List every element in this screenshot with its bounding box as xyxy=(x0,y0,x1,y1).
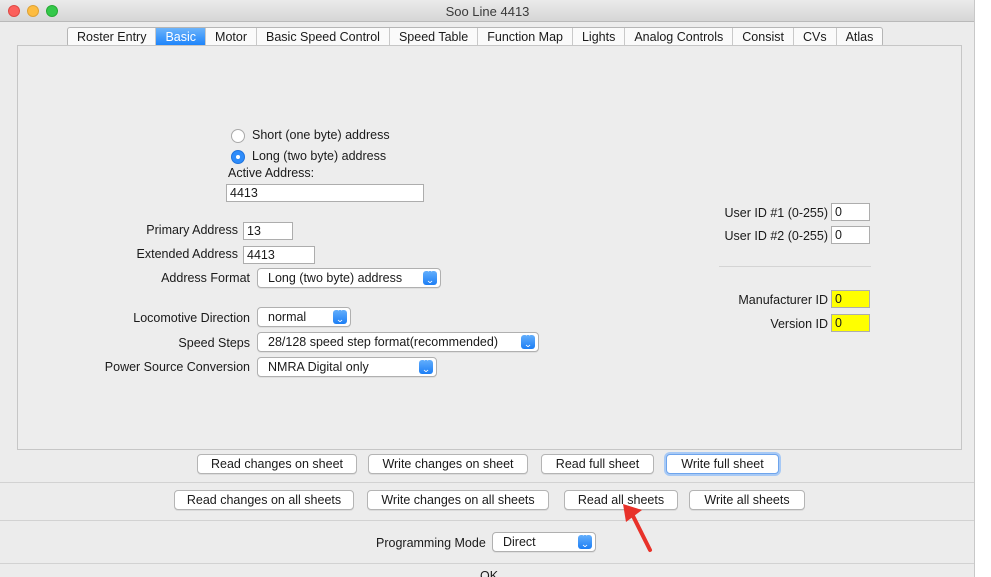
locomotive-direction-select[interactable]: normal ⌃ ⌄ xyxy=(257,307,351,327)
long-address-label: Long (two byte) address xyxy=(252,149,387,163)
read-changes-on-sheet-button[interactable]: Read changes on sheet xyxy=(197,454,357,474)
window-title: Soo Line 4413 xyxy=(445,4,530,19)
button-row-divider xyxy=(0,482,974,483)
version-id-label: Version ID xyxy=(770,317,828,331)
background-window-edge xyxy=(975,0,991,577)
dialog-window: Soo Line 4413 Roster Entry Basic Motor B… xyxy=(0,0,975,577)
title-bar: Soo Line 4413 xyxy=(0,0,974,22)
ok-button[interactable]: OK xyxy=(480,569,498,577)
short-address-radio[interactable] xyxy=(231,129,245,143)
tab-lights[interactable]: Lights xyxy=(573,28,626,46)
basic-panel: Short (one byte) address Long (two byte)… xyxy=(17,45,962,450)
chevron-updown-icon: ⌃ ⌄ xyxy=(333,309,347,325)
active-address-label: Active Address: xyxy=(228,166,315,180)
tab-motor[interactable]: Motor xyxy=(206,28,257,46)
user-id-2-label: User ID #2 (0-255) xyxy=(724,229,828,243)
power-source-select[interactable]: NMRA Digital only ⌃ ⌄ xyxy=(257,357,437,377)
footer-divider xyxy=(0,563,974,564)
speed-steps-label: Speed Steps xyxy=(178,336,250,350)
tab-consist[interactable]: Consist xyxy=(733,28,794,46)
tab-basic-speed-control[interactable]: Basic Speed Control xyxy=(257,28,390,46)
address-format-label: Address Format xyxy=(161,271,250,285)
chevron-updown-icon: ⌃ ⌄ xyxy=(419,359,433,375)
manufacturer-id-field: 0 xyxy=(831,290,870,308)
red-arrow-icon xyxy=(623,504,652,552)
write-changes-on-all-sheets-button[interactable]: Write changes on all sheets xyxy=(367,490,549,510)
user-id-2-field[interactable]: 0 xyxy=(831,226,870,244)
primary-address-label: Primary Address xyxy=(146,223,238,237)
extended-address-field[interactable]: 4413 xyxy=(243,246,315,264)
address-format-select[interactable]: Long (two byte) address ⌃ ⌄ xyxy=(257,268,441,288)
tab-speed-table[interactable]: Speed Table xyxy=(390,28,479,46)
power-source-value: NMRA Digital only xyxy=(268,360,369,374)
programming-divider xyxy=(0,520,974,521)
chevron-updown-icon: ⌃ ⌄ xyxy=(423,270,437,286)
extended-address-label: Extended Address xyxy=(136,247,238,261)
programming-mode-value: Direct xyxy=(503,535,536,549)
user-id-1-field[interactable]: 0 xyxy=(831,203,870,221)
tab-atlas[interactable]: Atlas xyxy=(837,28,883,46)
speed-steps-select[interactable]: 28/128 speed step format(recommended) ⌃ ⌄ xyxy=(257,332,539,352)
read-changes-on-all-sheets-button[interactable]: Read changes on all sheets xyxy=(174,490,354,510)
chevron-updown-icon: ⌃ ⌄ xyxy=(578,534,592,550)
programming-mode-select[interactable]: Direct ⌃ ⌄ xyxy=(492,532,596,552)
long-address-radio[interactable] xyxy=(231,150,245,164)
short-address-label: Short (one byte) address xyxy=(252,128,390,142)
read-full-sheet-button[interactable]: Read full sheet xyxy=(541,454,654,474)
tab-bar: Roster Entry Basic Motor Basic Speed Con… xyxy=(67,27,884,47)
write-full-sheet-button[interactable]: Write full sheet xyxy=(666,454,779,474)
speed-steps-value: 28/128 speed step format(recommended) xyxy=(268,335,498,349)
tab-function-map[interactable]: Function Map xyxy=(478,28,573,46)
tab-basic[interactable]: Basic xyxy=(156,28,207,46)
manufacturer-id-label: Manufacturer ID xyxy=(738,293,828,307)
tab-roster-entry[interactable]: Roster Entry xyxy=(68,28,157,46)
write-changes-on-sheet-button[interactable]: Write changes on sheet xyxy=(368,454,528,474)
version-id-field: 0 xyxy=(831,314,870,332)
write-all-sheets-button[interactable]: Write all sheets xyxy=(689,490,805,510)
active-address-field[interactable]: 4413 xyxy=(226,184,424,202)
locomotive-direction-value: normal xyxy=(268,310,307,324)
chevron-updown-icon: ⌃ ⌄ xyxy=(521,334,535,350)
address-format-value: Long (two byte) address xyxy=(268,271,403,285)
primary-address-field[interactable]: 13 xyxy=(243,222,293,240)
programming-mode-label: Programming Mode xyxy=(376,536,486,550)
id-separator xyxy=(719,266,871,267)
tab-cvs[interactable]: CVs xyxy=(794,28,837,46)
user-id-1-label: User ID #1 (0-255) xyxy=(724,206,828,220)
tab-analog-controls[interactable]: Analog Controls xyxy=(625,28,734,46)
power-source-label: Power Source Conversion xyxy=(104,360,250,374)
locomotive-direction-label: Locomotive Direction xyxy=(133,311,250,325)
